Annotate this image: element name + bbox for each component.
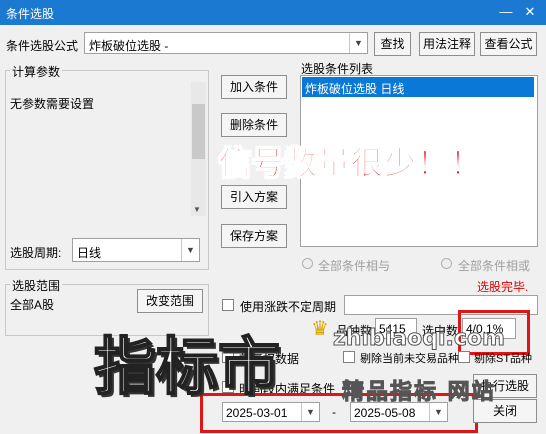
find-button[interactable]: 查找 (374, 32, 411, 56)
formula-label: 条件选股公式 (6, 39, 79, 53)
range-group-label: 选股范围 (10, 277, 63, 294)
range-value: 全部A股 (10, 298, 55, 312)
title-bar: 条件选股 — ✕ (0, 0, 546, 25)
end-date-value: 2025-05-08 (354, 406, 416, 420)
chevron-down-icon[interactable]: ▼ (301, 403, 319, 421)
no-params-text: 无参数需要设置 (10, 97, 95, 111)
chevron-down-icon[interactable]: ▼ (181, 239, 199, 261)
minimize-button[interactable]: — (497, 3, 515, 21)
signal-callout: 信号数量很少！！ (218, 144, 484, 183)
exclude-checkbox[interactable] (343, 351, 355, 363)
start-date-value: 2025-03-01 (226, 406, 288, 420)
logic-or-radio[interactable] (441, 258, 452, 269)
variable-period-checkbox[interactable] (222, 299, 234, 311)
close-window-button[interactable]: ✕ (521, 3, 539, 21)
exclude-st-checkbox[interactable] (458, 351, 470, 363)
period-label: 选股周期: (10, 246, 62, 260)
condition-list-item[interactable]: 炸板破位选股 日线 (302, 77, 534, 97)
watermark-big: 指标市 (93, 329, 281, 404)
watermark-site: zhibiaoqi.com (333, 326, 506, 352)
usage-button[interactable]: 用法注释 (419, 32, 475, 56)
params-group-label: 计算参数 (10, 63, 63, 80)
condition-item-text: 炸板破位选股 日线 (305, 82, 405, 96)
save-plan-button[interactable]: 保存方案 (221, 224, 287, 248)
exclude-label: 剔除当前未交易品种 (360, 353, 459, 365)
exclude-st-label: 剔除ST品种 (474, 353, 533, 365)
formula-value: 炸板破位选股 - (89, 39, 169, 53)
status-text: 选股完毕. (477, 280, 529, 294)
chevron-down-icon[interactable]: ▼ (349, 33, 367, 53)
formula-select[interactable]: 炸板破位选股 - ▼ (84, 32, 368, 54)
period-select[interactable]: 日线 ▼ (72, 238, 200, 262)
period-value: 日线 (77, 246, 102, 260)
logic-and-label: 全部条件相与 (318, 259, 391, 273)
scroll-down-icon[interactable]: ▼ (193, 205, 201, 214)
logic-or-label: 全部条件相或 (458, 259, 531, 273)
variable-period-label: 使用涨跌不定周期 (240, 300, 337, 314)
watermark-sub: 精品指标 网站 (342, 380, 496, 406)
view-formula-button[interactable]: 查看公式 (480, 32, 537, 56)
logic-and-radio[interactable] (302, 258, 313, 269)
params-scrollbar[interactable]: ▼ (191, 82, 206, 216)
change-range-button[interactable]: 改变范围 (137, 289, 203, 313)
window-title: 条件选股 (6, 7, 55, 21)
import-plan-button[interactable]: 引入方案 (221, 185, 287, 209)
crown-icon: ♛ (311, 318, 329, 340)
remove-condition-button[interactable]: 删除条件 (221, 113, 287, 137)
scroll-thumb[interactable] (192, 104, 205, 159)
date-dash: - (332, 405, 336, 419)
add-condition-button[interactable]: 加入条件 (221, 75, 287, 99)
